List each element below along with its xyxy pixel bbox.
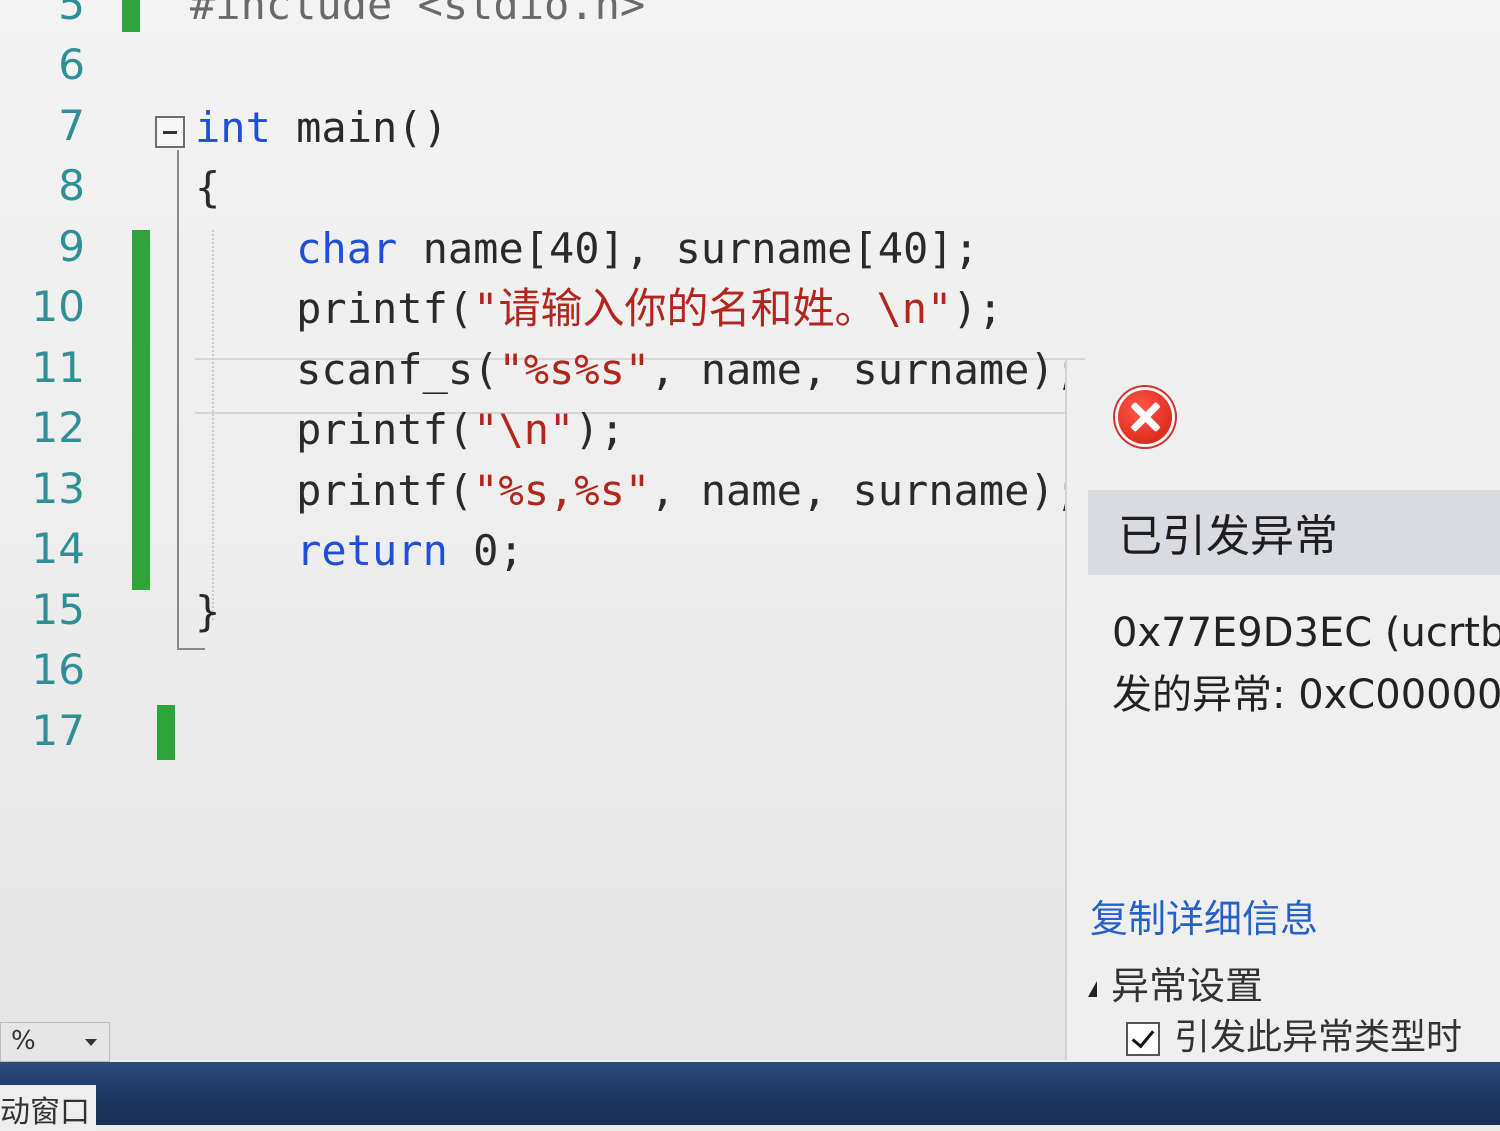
zoom-dropdown[interactable]: % <box>0 1022 110 1062</box>
line-number: 7 <box>58 100 85 150</box>
code-token: , name, surname); <box>650 344 1081 394</box>
expand-triangle-icon <box>1088 980 1097 997</box>
line-number: 10 <box>31 282 85 331</box>
fold-guide <box>177 150 179 650</box>
break-on-exception-checkbox[interactable] <box>1126 1022 1160 1056</box>
copy-details-link[interactable]: 复制详细信息 <box>1090 888 1318 943</box>
keyword-token: return <box>195 526 448 575</box>
code-line[interactable]: char name[40], surname[40]; <box>195 219 979 279</box>
string-token: "%s,%s" <box>473 465 651 515</box>
keyword-token: int <box>195 102 271 152</box>
line-number: 15 <box>31 584 85 634</box>
exception-message-line1: 0x77E9D3EC (ucrtb <box>1112 610 1500 656</box>
code-token: { <box>195 163 221 212</box>
code-line[interactable]: printf("%s,%s", name, surname); <box>195 461 1080 521</box>
code-line[interactable]: } <box>195 582 220 642</box>
string-token: "\n" <box>473 405 575 454</box>
string-token: "请输入你的名和姓。\n" <box>473 284 953 333</box>
exception-settings-label: 异常设置 <box>1111 964 1264 1008</box>
keyword-token: char <box>195 223 398 273</box>
code-line[interactable]: { <box>195 158 220 218</box>
line-number: 17 <box>31 705 85 755</box>
break-on-exception-option[interactable]: 引发此异常类型时 <box>1126 1008 1462 1060</box>
code-line-include[interactable]: #include <stdio.h> <box>190 0 645 35</box>
code-token: main() <box>270 102 448 152</box>
code-line[interactable]: return 0; <box>195 521 524 581</box>
fold-guide-end <box>177 648 205 650</box>
change-indicator <box>122 0 140 32</box>
bottom-panel-tab[interactable]: 动窗口 <box>0 1085 96 1131</box>
exception-message-line2: 发的异常: 0xC00000 <box>1112 672 1500 718</box>
chevron-down-icon <box>85 1039 97 1046</box>
code-token: } <box>195 586 221 636</box>
line-number: 5 <box>58 0 85 29</box>
code-token: name[40], surname[40]; <box>397 223 979 273</box>
code-token: scanf_s( <box>195 344 499 394</box>
line-number: 11 <box>31 342 85 392</box>
line-number: 16 <box>31 645 85 694</box>
zoom-value: % <box>11 1026 36 1056</box>
code-token: printf( <box>195 465 474 515</box>
exception-title: 已引发异常 <box>1118 511 1338 562</box>
line-number: 12 <box>31 403 85 452</box>
checkbox-label: 引发此异常类型时 <box>1174 1017 1463 1058</box>
exception-settings-toggle[interactable]: 异常设置 <box>1088 955 1263 1010</box>
collapse-icon[interactable] <box>155 116 185 148</box>
code-line[interactable]: printf("\n"); <box>195 400 625 460</box>
change-indicator <box>132 230 150 590</box>
line-number: 14 <box>31 524 85 573</box>
change-indicator <box>157 705 175 760</box>
code-token: printf( <box>195 284 474 333</box>
code-token: 0; <box>447 526 524 575</box>
code-token: ); <box>574 405 625 454</box>
string-token: "%s%s" <box>498 344 651 394</box>
code-line[interactable]: int main() <box>195 98 448 158</box>
code-line[interactable]: scanf_s("%s%s", name, surname); <box>195 340 1080 400</box>
line-number: 9 <box>58 221 85 271</box>
error-circle-icon <box>1118 390 1172 444</box>
code-token: ); <box>952 284 1003 333</box>
line-number: 8 <box>58 161 85 210</box>
line-number: 6 <box>58 40 85 89</box>
code-token: printf( <box>195 405 474 454</box>
code-line[interactable]: printf("请输入你的名和姓。\n"); <box>195 279 1003 339</box>
line-number: 13 <box>31 463 85 513</box>
code-token: , name, surname); <box>650 465 1081 515</box>
bottom-panel-bar <box>0 1062 1500 1125</box>
